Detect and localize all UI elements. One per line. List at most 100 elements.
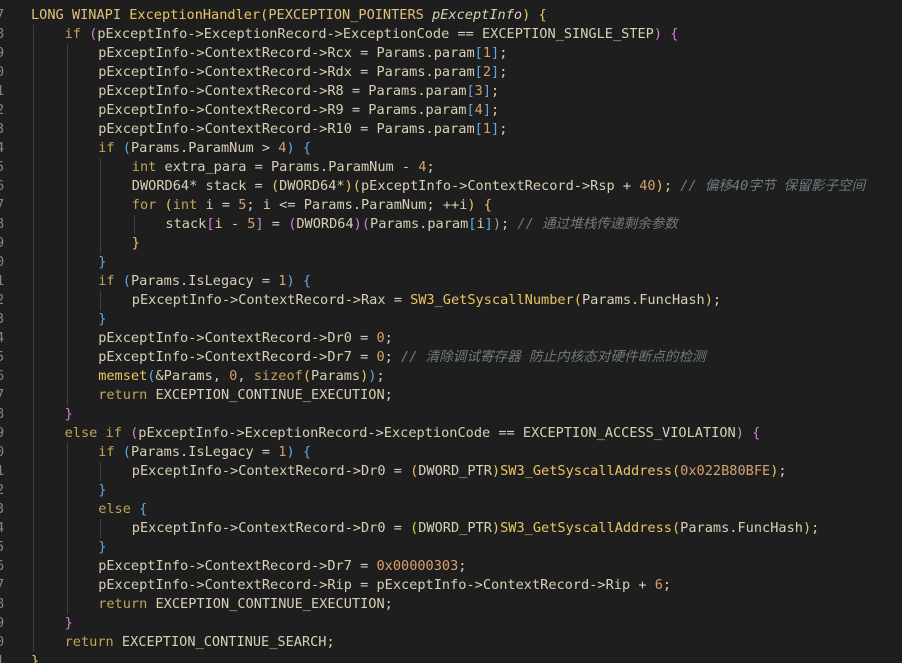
code-token: {: [743, 425, 761, 441]
code-token: 2: [482, 64, 492, 80]
code-token: }: [31, 653, 40, 663]
code-token: LONG WINAPI: [31, 7, 130, 23]
indent-guide: [100, 291, 102, 310]
line-number: 5: [0, 539, 5, 555]
code-token: PEXCEPTION_POINTERS: [268, 7, 433, 23]
line-number: 0: [0, 634, 5, 650]
indent-guide: [66, 44, 68, 405]
code-token: ]: [491, 45, 500, 61]
code-token: ): [491, 463, 501, 479]
code-line: if (Params.IsLegacy = 1) {: [98, 443, 311, 462]
line-number: 1: [0, 463, 5, 479]
line-number: 4: [0, 330, 5, 346]
code-token: 4: [474, 102, 483, 118]
code-token: ): [286, 444, 295, 460]
code-token: DWORD_PTR: [418, 520, 492, 536]
line-number: 3: [0, 311, 5, 327]
code-token: i -: [214, 216, 248, 232]
line-number: 9: [0, 235, 5, 251]
code-token: ]: [484, 216, 493, 232]
code-line: }: [98, 538, 106, 557]
code-token: ;: [499, 64, 508, 80]
code-token: {: [530, 7, 547, 23]
line-number: 7: [0, 387, 5, 403]
code-line: pExceptInfo->ContextRecord->Rcx = Params…: [98, 44, 507, 63]
code-token: EXCEPTION_CONTINUE_EXECUTION;: [155, 596, 393, 612]
line-number: 8: [0, 406, 5, 422]
code-line: memset(&Params, 0, sizeof(Params));: [98, 367, 385, 386]
code-token: extra_para = Params.ParamNum -: [164, 159, 419, 175]
code-token: ): [344, 178, 353, 194]
code-token: Params.FuncHash: [680, 520, 803, 536]
code-token: }: [131, 235, 140, 251]
code-token: memset: [98, 368, 148, 384]
code-token: pExceptInfo: [432, 7, 523, 23]
code-token: if: [98, 140, 123, 156]
code-token: // 通过堆栈传递剩余参数: [517, 216, 678, 232]
code-token: [: [474, 45, 483, 61]
code-token: ]: [482, 102, 492, 118]
code-token: ;: [426, 159, 435, 175]
code-token: ;: [499, 121, 508, 137]
code-line: return EXCEPTION_CONTINUE_SEARCH;: [65, 633, 335, 652]
code-token: ): [368, 368, 377, 384]
code-token: stack: [165, 216, 207, 232]
code-token: return: [64, 634, 122, 650]
code-token: ): [735, 425, 744, 441]
code-token: (: [122, 140, 131, 156]
code-token: if: [98, 444, 123, 460]
code-token: [: [474, 121, 483, 137]
code-area[interactable]: LONG WINAPI ExceptionHandler (PEXCEPTION_…: [31, 0, 902, 663]
code-token: ]: [255, 216, 264, 232]
code-line: else if (pExceptInfo->ExceptionRecord->E…: [65, 424, 761, 443]
code-line: pExceptInfo->ContextRecord->Rip = pExcep…: [98, 576, 671, 595]
code-line: pExceptInfo->ContextRecord->Dr0 = (DWORD…: [132, 519, 820, 538]
line-number: 2: [0, 102, 5, 118]
code-line: DWORD64* stack = (DWORD64*)(pExceptInfo-…: [132, 177, 865, 196]
code-token: return: [98, 387, 156, 403]
code-token: }: [98, 311, 107, 327]
code-token: ;: [501, 216, 518, 232]
code-token: 1: [482, 121, 492, 137]
code-line: pExceptInfo->ContextRecord->Rdx = Params…: [98, 63, 507, 82]
code-token: ;: [491, 102, 500, 118]
code-line: }: [65, 614, 73, 633]
code-token: else: [98, 501, 140, 517]
code-token: (: [122, 444, 131, 460]
code-token: pExceptInfo->ContextRecord->Rcx = Params…: [98, 45, 475, 61]
code-token: ): [492, 216, 502, 232]
code-editor[interactable]: 7 8 9 0 1 2 3 4 5 6 7 8 9 0 1 2 3 4 5 6 7 8 9 0 1 2 3 4 5 6 7 8 9 0 1 LONG…: [0, 0, 902, 663]
code-token: {: [294, 140, 312, 156]
code-token: (: [270, 178, 280, 194]
code-token: if: [64, 26, 90, 42]
code-token: ;: [811, 520, 820, 536]
line-number: 6: [0, 558, 5, 574]
code-line: for (int i = 5; i <= Params.ParamNum; ++…: [132, 196, 492, 215]
code-token: sizeof: [253, 368, 303, 384]
code-token: DWORD64*: [279, 178, 345, 194]
code-token: 1: [482, 45, 492, 61]
code-token: pExceptInfo->ContextRecord->Dr0 =: [131, 520, 411, 536]
code-token: (: [352, 178, 361, 194]
indent-guide: [66, 443, 68, 614]
code-token: =: [263, 216, 289, 232]
code-token: 3: [474, 83, 483, 99]
line-number: 0: [0, 254, 5, 270]
code-token: pExceptInfo->ContextRecord->Rsp +: [360, 178, 640, 194]
code-line: }: [132, 234, 140, 253]
line-number: 1: [0, 83, 5, 99]
line-number: 5: [0, 349, 5, 365]
code-line: }: [65, 405, 73, 424]
code-token: [: [474, 64, 483, 80]
line-number: 3: [0, 501, 5, 517]
line-number: 6: [0, 368, 5, 384]
code-token: int: [172, 197, 206, 213]
line-number: 4: [0, 140, 5, 156]
code-token: int: [131, 159, 165, 175]
line-number: 8: [0, 596, 5, 612]
code-token: ): [286, 273, 295, 289]
code-token: ): [353, 216, 362, 232]
code-token: [: [466, 102, 475, 118]
code-token: pExceptInfo->ContextRecord->Rdx = Params…: [98, 64, 475, 80]
code-line: return EXCEPTION_CONTINUE_EXECUTION;: [98, 386, 393, 405]
